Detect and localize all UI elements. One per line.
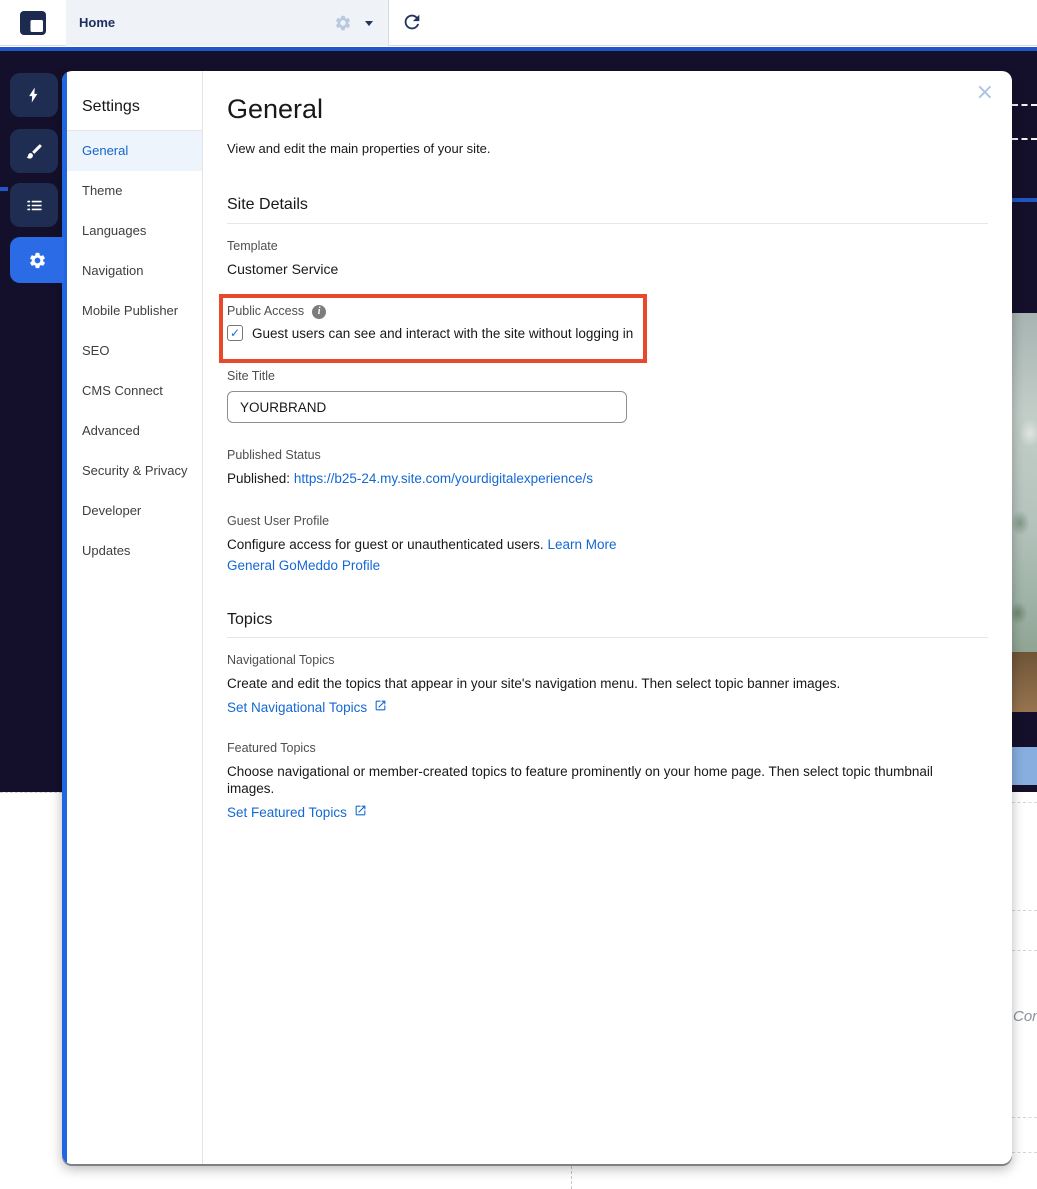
site-title-input[interactable]	[227, 391, 627, 423]
featured-topics-label: Featured Topics	[227, 741, 316, 755]
sidebar-item-mobile-publisher[interactable]: Mobile Publisher	[67, 291, 202, 331]
guest-profile-text: Configure access for guest or unauthenti…	[227, 537, 544, 552]
sidebar-item-security-privacy[interactable]: Security & Privacy	[67, 451, 202, 491]
navigational-topics-label: Navigational Topics	[227, 653, 335, 667]
toolbar-item-settings[interactable]	[10, 237, 64, 283]
navigational-topics-text: Create and edit the topics that appear i…	[227, 676, 841, 691]
page-gear-icon[interactable]	[334, 14, 352, 32]
sidebar-item-navigation[interactable]: Navigation	[67, 251, 202, 291]
published-prefix: Published:	[227, 471, 291, 486]
background-dashed-line-vertical	[571, 1166, 572, 1189]
learn-more-link[interactable]: Learn More	[547, 537, 616, 552]
settings-nav: Settings General Theme Languages Navigat…	[67, 71, 203, 1164]
gomeddo-profile-link[interactable]: General GoMeddo Profile	[227, 558, 380, 573]
section-divider	[227, 223, 988, 224]
gear-icon	[28, 251, 47, 270]
settings-content: × General View and edit the main propert…	[203, 71, 1012, 1164]
background-photo	[1012, 313, 1037, 652]
external-link-icon	[374, 699, 387, 716]
guest-access-label: Guest users can see and interact with th…	[252, 325, 634, 341]
sidebar-item-seo[interactable]: SEO	[67, 331, 202, 371]
background-dashed-line	[1012, 1152, 1037, 1153]
public-access-label: Public Access	[227, 304, 305, 318]
background-dashed-line	[1012, 1117, 1037, 1118]
toolbar-item-content[interactable]	[10, 183, 58, 227]
guest-profile-label: Guest User Profile	[227, 514, 330, 528]
close-button[interactable]: ×	[976, 82, 994, 104]
section-heading-site-details: Site Details	[227, 196, 308, 213]
template-value: Customer Service	[227, 261, 339, 277]
sidebar-item-cms-connect[interactable]: CMS Connect	[67, 371, 202, 411]
sidebar-item-updates[interactable]: Updates	[67, 531, 202, 571]
site-title-label: Site Title	[227, 369, 275, 383]
published-url-link[interactable]: https://b25-24.my.site.com/yourdigitalex…	[294, 471, 593, 486]
background-dashed-line	[1012, 138, 1037, 140]
background-partial-text: Con	[1013, 1008, 1037, 1025]
toolbar-item-components[interactable]	[10, 73, 58, 117]
background-photo-lower	[1012, 652, 1037, 712]
page-tab-home[interactable]: Home	[66, 0, 389, 46]
public-access-highlight: Public Access i ✓ Guest users can see an…	[219, 294, 647, 363]
published-status-label: Published Status	[227, 448, 321, 462]
settings-nav-title: Settings	[82, 98, 140, 115]
info-icon[interactable]: i	[312, 304, 327, 319]
settings-modal: Settings General Theme Languages Navigat…	[62, 71, 1012, 1164]
page-title: General	[227, 94, 324, 124]
section-heading-topics: Topics	[227, 611, 273, 628]
sidebar-item-developer[interactable]: Developer	[67, 491, 202, 531]
refresh-button[interactable]	[399, 11, 425, 35]
chevron-down-icon[interactable]	[365, 21, 373, 26]
background-dashed-line	[1012, 802, 1037, 803]
featured-topics-text: Choose navigational or member-created to…	[227, 764, 933, 796]
sidebar-item-general[interactable]: General	[67, 131, 202, 171]
background-dashed-line	[1012, 910, 1037, 911]
section-divider	[227, 637, 988, 638]
sidebar-item-theme[interactable]: Theme	[67, 171, 202, 211]
background-dashed-line	[1012, 104, 1037, 106]
page-subtitle: View and edit the main properties of you…	[227, 141, 491, 156]
brand-accent-line	[0, 47, 1037, 51]
topbar: Home	[0, 0, 1037, 46]
sidebar-item-languages[interactable]: Languages	[67, 211, 202, 251]
list-icon	[25, 196, 44, 215]
lightning-icon	[25, 85, 43, 105]
background-band-blue	[1012, 747, 1037, 785]
page-tab-label: Home	[79, 15, 116, 30]
set-featured-topics-link[interactable]: Set Featured Topics	[227, 804, 347, 821]
sidebar-item-advanced[interactable]: Advanced	[67, 411, 202, 451]
refresh-icon	[401, 14, 423, 36]
guest-profile-line: Configure access for guest or unauthenti…	[227, 536, 988, 553]
check-icon: ✓	[229, 326, 241, 340]
toolbar-item-theme[interactable]	[10, 129, 58, 173]
background-header-line	[0, 187, 8, 191]
guest-access-checkbox[interactable]: ✓	[227, 325, 243, 341]
external-link-icon	[354, 804, 367, 821]
set-navigational-topics-link[interactable]: Set Navigational Topics	[227, 699, 367, 716]
brush-icon	[25, 142, 44, 161]
template-label: Template	[227, 239, 278, 253]
published-status-line: Published: https://b25-24.my.site.com/yo…	[227, 470, 988, 487]
builder-logo-icon[interactable]	[20, 11, 46, 35]
background-dashed-line	[1012, 950, 1037, 951]
background-header-line	[1012, 198, 1037, 202]
background-dashed-line	[0, 792, 62, 793]
